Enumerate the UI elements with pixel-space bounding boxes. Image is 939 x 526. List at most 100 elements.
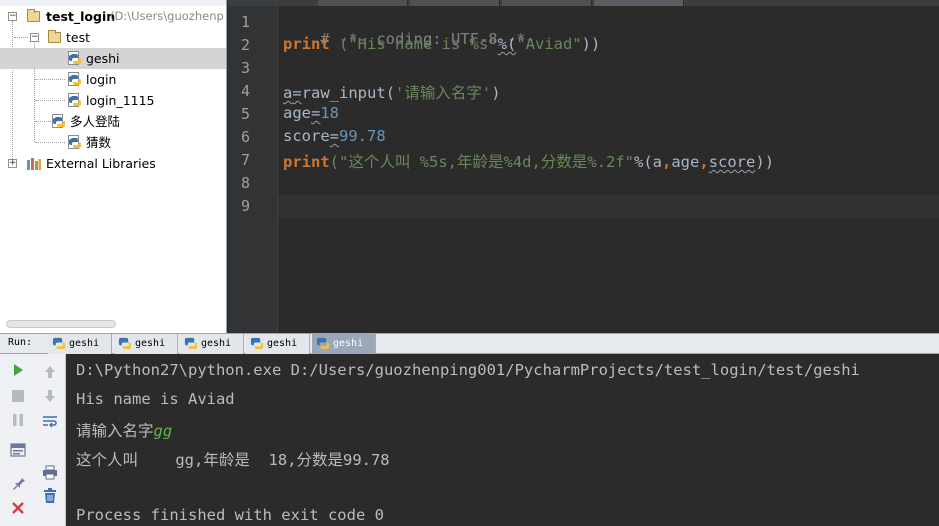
code-line-4[interactable]: a=raw_input('请输入名字'): [283, 81, 501, 103]
run-tab-geshi[interactable]: geshi: [48, 334, 112, 354]
editor-tabs-strip: [228, 0, 939, 6]
external-libraries-label: External Libraries: [46, 156, 156, 171]
line-number: 3: [240, 59, 250, 77]
file-name: geshi: [86, 51, 120, 66]
file-name: 多人登陆: [70, 114, 121, 129]
collapse-toggle-icon[interactable]: −: [30, 33, 39, 42]
console-output-line: His name is Aviad: [76, 390, 235, 408]
editor-tab-active[interactable]: [594, 0, 684, 6]
close-run-button[interactable]: [8, 498, 28, 518]
folder-name: test: [66, 30, 91, 45]
tree-node-project-root[interactable]: − test_login (D:\Users\guozhenp: [0, 6, 226, 27]
code-paren: (: [385, 84, 396, 102]
code-operator: =: [311, 104, 321, 122]
line-number: 9: [240, 197, 250, 215]
pin-tab-button[interactable]: [8, 472, 28, 492]
code-variable: a: [652, 153, 662, 171]
code-variable: age: [671, 153, 700, 171]
code-editor[interactable]: 1 2 3 4 5 6 7 8 9 # -*- coding: UTF-8 -*…: [228, 0, 939, 333]
horizontal-scrollbar[interactable]: [6, 320, 116, 328]
project-tool-window: − test_login (D:\Users\guozhenp − test g…: [0, 0, 227, 333]
expand-toggle-icon[interactable]: +: [8, 159, 17, 168]
scroll-down-icon: [45, 390, 55, 402]
clear-all-button[interactable]: [40, 486, 60, 506]
run-tab-geshi[interactable]: geshi: [180, 334, 244, 354]
run-tab-label: geshi: [69, 338, 100, 349]
line-number: 4: [240, 82, 250, 100]
collapse-toggle-icon[interactable]: −: [8, 12, 17, 21]
code-line-6[interactable]: score=99.78: [283, 127, 386, 145]
code-variable: a: [283, 84, 293, 102]
tree-node-folder-test[interactable]: − test: [0, 27, 226, 48]
python-file-icon: [68, 51, 81, 65]
print-icon: [43, 465, 57, 479]
code-number: 18: [320, 104, 340, 122]
restore-layout-button[interactable]: [8, 440, 28, 460]
rerun-icon: [14, 364, 23, 376]
python-file-icon: [68, 93, 81, 107]
project-root-path: (D:\Users\guozhenp: [110, 9, 224, 23]
tree-node-file-login-1115[interactable]: login_1115: [0, 90, 226, 111]
line-number-gutter: 1 2 3 4 5 6 7 8 9: [228, 6, 278, 333]
stop-button[interactable]: [8, 386, 28, 406]
run-console[interactable]: D:\Python27\python.exe D:/Users/guozhenp…: [66, 354, 939, 526]
run-tool-window-header: Run: geshi geshi geshi geshi geshi: [0, 333, 939, 354]
soft-wrap-button[interactable]: [40, 412, 60, 432]
tree-node-file-guess-number[interactable]: 猜数: [0, 132, 226, 153]
library-icon: [27, 158, 41, 170]
python-run-icon: [118, 337, 131, 350]
code-paren: )): [581, 35, 601, 53]
code-string: "Aviad": [516, 35, 582, 53]
editor-tab[interactable]: [502, 0, 592, 6]
file-name: login_1115: [86, 93, 155, 108]
code-line-2[interactable]: print ("His name is %s"%("Aviad")): [283, 35, 600, 53]
code-line-7[interactable]: print("这个人叫 %5s,年龄是%4d,分数是%.2f"%(a,age,s…: [283, 150, 774, 172]
run-tab-label: geshi: [267, 338, 298, 349]
python-run-icon: [250, 337, 263, 350]
python-run-icon: [316, 337, 329, 350]
code-operator: =: [329, 127, 340, 145]
scroll-up-button[interactable]: [40, 362, 60, 382]
editor-tab[interactable]: [410, 0, 500, 6]
run-tab-geshi[interactable]: geshi: [246, 334, 310, 354]
code-string: ("这个人叫 %5s,年龄是%4d,分数是%.2f": [329, 153, 634, 171]
print-button[interactable]: [40, 462, 60, 482]
tree-node-file-login[interactable]: login: [0, 69, 226, 90]
folder-icon: [27, 9, 40, 22]
clear-all-icon: [44, 488, 56, 503]
code-function: raw_input: [301, 84, 386, 102]
console-output-line: 这个人叫 gg,年龄是 18,分数是99.78: [76, 451, 390, 469]
python-file-icon: [68, 72, 81, 86]
code-string: '请输入名字': [395, 84, 492, 102]
python-run-icon: [52, 337, 65, 350]
line-number: 1: [240, 13, 250, 31]
run-tab-geshi[interactable]: geshi: [114, 334, 178, 354]
code-comma: ,: [699, 153, 709, 171]
console-user-input: gg: [153, 422, 173, 440]
run-tab-geshi-active[interactable]: geshi: [312, 334, 376, 354]
project-root-name: test_login: [46, 9, 116, 24]
line-number: 2: [240, 36, 250, 54]
editor-tab[interactable]: [318, 0, 408, 6]
close-icon: [12, 502, 24, 514]
tree-node-external-libraries[interactable]: + External Libraries: [0, 153, 226, 174]
tree-node-file-multi-login[interactable]: 多人登陆: [0, 111, 226, 132]
current-line-highlight: [278, 195, 939, 218]
code-variable: age: [283, 104, 311, 122]
console-exit-line: Process finished with exit code 0: [76, 506, 384, 524]
code-comma: ,: [662, 153, 672, 171]
restore-layout-icon: [10, 443, 26, 457]
code-line-5[interactable]: age=18: [283, 104, 339, 122]
console-prompt-line: 请输入名字gg: [76, 419, 172, 441]
python-run-icon: [184, 337, 197, 350]
soft-wrap-icon: [43, 416, 57, 428]
rerun-button[interactable]: [8, 360, 28, 380]
code-number: 99.78: [339, 127, 386, 145]
scroll-down-button[interactable]: [40, 386, 60, 406]
line-number: 5: [240, 105, 250, 123]
pause-button[interactable]: [8, 410, 28, 430]
tree-node-file-geshi[interactable]: geshi: [0, 48, 226, 69]
file-name: login: [86, 72, 117, 87]
run-tab-label: geshi: [201, 338, 232, 349]
